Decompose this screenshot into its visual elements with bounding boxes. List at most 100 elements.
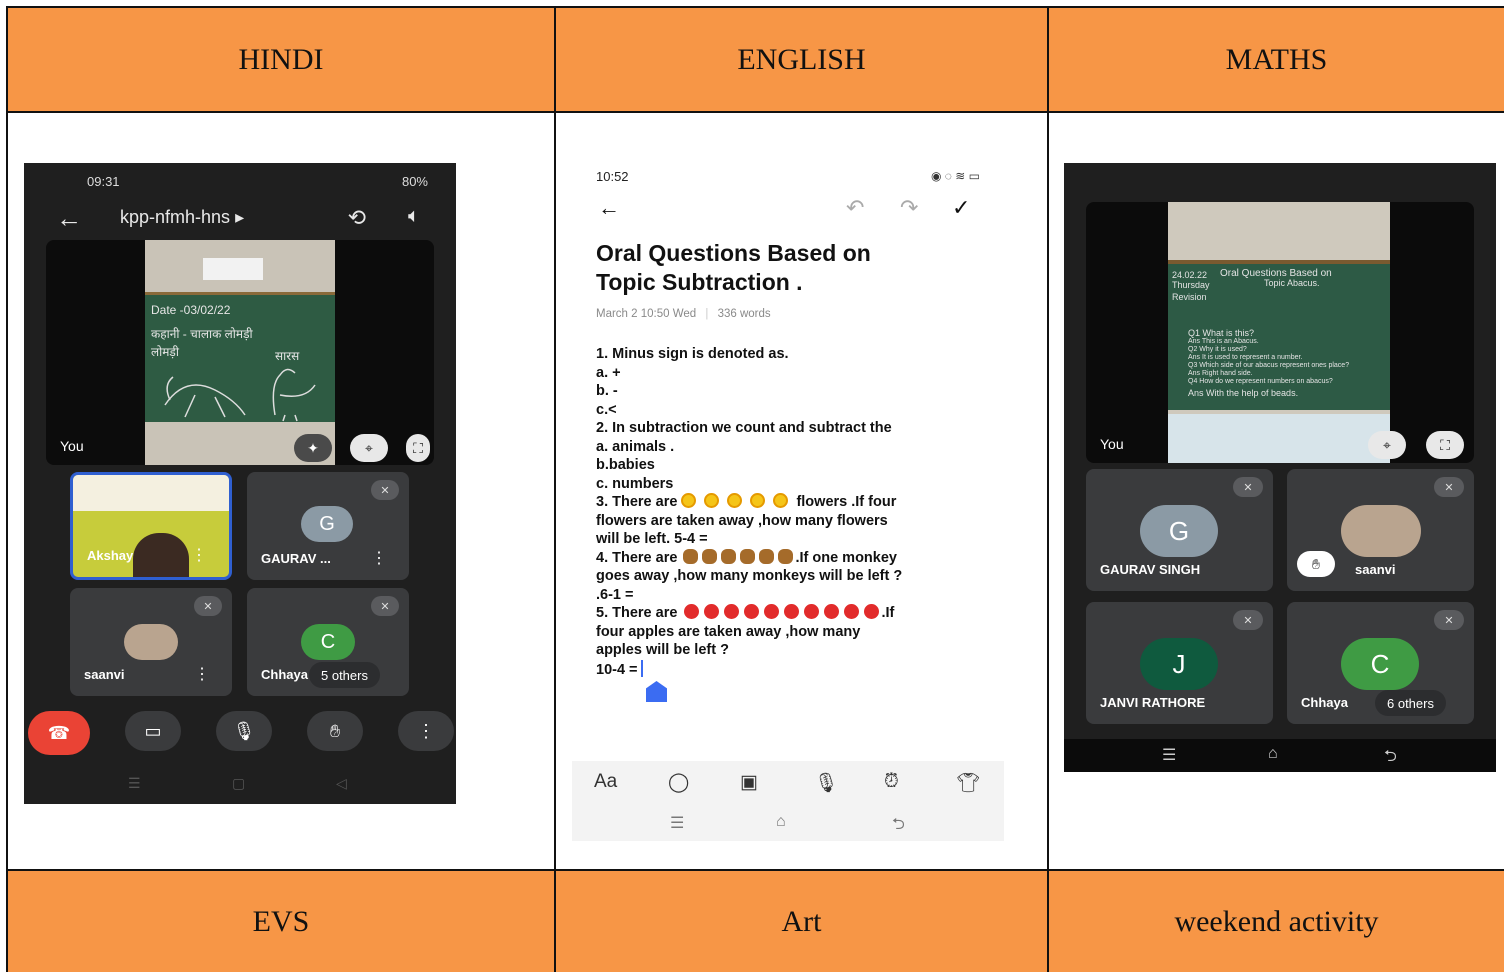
camera-icon[interactable]: ▭ (125, 711, 181, 751)
monkey-icon (740, 548, 756, 564)
header-evs: EVS (8, 871, 556, 972)
raise-hand-icon[interactable]: ✋︎ (307, 711, 363, 751)
note-body[interactable]: 1. Minus sign is denoted as. a. + b. - c… (596, 345, 996, 679)
board-line: Date -03/02/22 (151, 303, 231, 317)
mic-off-icon: ✕ (371, 480, 399, 500)
monkey-icon (778, 548, 794, 564)
participant-tile-janvi[interactable]: ✕ J JANVI RATHORE (1086, 602, 1273, 724)
more-options-icon[interactable]: ⋮ (398, 711, 454, 751)
unpin-icon[interactable]: ⌖ (1368, 431, 1406, 459)
speaker-icon[interactable]: 🔈︎ (408, 205, 420, 228)
redo-icon[interactable]: ↷ (900, 195, 918, 221)
cursor-handle[interactable] (646, 681, 667, 702)
board-line: Topic Abacus. (1264, 278, 1320, 288)
board-line: Thursday (1172, 280, 1210, 290)
participant-tile-saanvi[interactable]: ✕ ✋︎ saanvi (1287, 469, 1474, 591)
more-options-icon[interactable]: ⋮ (194, 664, 210, 684)
meeting-code[interactable]: kpp-nfmh-hns ▸ (120, 207, 244, 228)
monkey-icon (683, 548, 699, 564)
participant-name: Akshay (87, 548, 134, 563)
image-icon[interactable]: ▣ (740, 771, 758, 794)
raised-hand-icon: ✋︎ (1297, 551, 1335, 577)
mic-off-icon: ✕ (1233, 610, 1263, 630)
header-hindi: HINDI (8, 8, 556, 113)
english-notes-screenshot: 10:52 ◉ ◌ ≋ ▭ ← ↶ ↷ ✓ Oral Questions Bas… (572, 163, 1004, 841)
board-line: Q1 What is this? (1188, 328, 1255, 338)
switch-camera-icon[interactable]: ⟲ (348, 205, 366, 231)
apple-icon (744, 604, 760, 619)
note-line: goes away ,how many monkeys will be left… (596, 568, 903, 584)
board-line: 24.02.22 (1172, 270, 1208, 280)
mic-icon[interactable]: 🎙︎ (216, 711, 272, 751)
theme-icon[interactable]: 👕︎ (956, 771, 980, 795)
call-controls: ☎ ▭ 🎙︎ ✋︎ ⋮ (24, 711, 456, 755)
note-line: .6-1 = (596, 586, 634, 603)
participant-tile-chhaya[interactable]: ✕ C Chhaya 5 others (247, 588, 409, 696)
note-line: will be left. 5-4 = (596, 531, 708, 547)
board-line: Q2 Why it is used? (1188, 346, 1247, 353)
more-options-icon[interactable]: ⋮ (191, 545, 207, 565)
undo-icon[interactable]: ↶ (846, 195, 864, 221)
checklist-icon[interactable]: ◯ (668, 771, 689, 794)
note-line: 1. Minus sign is denoted as. (596, 346, 789, 362)
check-icon[interactable]: ✓ (952, 195, 970, 221)
apple-icon (684, 604, 700, 619)
mic-off-icon: ✕ (1434, 610, 1464, 630)
android-nav-bar: ☰ ⌂ ⮌ (1064, 739, 1496, 772)
sunflower-icon (773, 493, 789, 508)
avatar: C (301, 624, 355, 660)
menu-icon[interactable]: ☰ (1162, 745, 1176, 765)
more-options-icon[interactable]: ⋮ (371, 548, 387, 568)
unpin-icon[interactable]: ⌖ (350, 434, 388, 462)
home-icon[interactable]: ▢ (232, 775, 245, 792)
mic-off-icon: ✕ (371, 596, 399, 616)
participant-tile-gaurav[interactable]: ✕ G GAURAV ... ⋮ (247, 472, 409, 580)
note-line: 3. There are flowers .If four (596, 493, 897, 510)
header-maths: MATHS (1049, 8, 1504, 113)
apple-icon (764, 604, 780, 619)
participant-tile-saanvi[interactable]: ✕ saanvi ⋮ (70, 588, 232, 696)
chalk-drawing (164, 368, 316, 422)
mic-off-icon: ✕ (1233, 477, 1263, 497)
menu-icon[interactable]: ☰ (128, 775, 141, 792)
board-line: Ans This is an Abacus. (1188, 338, 1259, 345)
note-line: 10-4 = (596, 659, 996, 680)
apple-icon (864, 604, 880, 619)
back-arrow-icon[interactable]: ← (598, 195, 620, 221)
participant-name: GAURAV ... (261, 551, 331, 566)
back-icon[interactable]: ⮌ (892, 813, 905, 840)
chalkboard: Date -03/02/22 कहानी - चालाक लोमड़ी लोमड… (145, 292, 335, 422)
others-count[interactable]: 5 others (309, 662, 380, 688)
participant-name: saanvi (1355, 562, 1396, 577)
avatar: J (1140, 638, 1218, 690)
apple-icon (784, 604, 800, 619)
participant-tile-chhaya[interactable]: ✕ C Chhaya 6 others (1287, 602, 1474, 724)
board-line: Ans With the help of beads. (1188, 388, 1299, 398)
effects-icon[interactable]: ✦ (294, 434, 332, 462)
participant-name: GAURAV SINGH (1100, 562, 1201, 577)
note-title: Oral Questions Based on Topic Subtractio… (596, 240, 871, 295)
note-line: flowers are taken away ,how many flowers (596, 512, 888, 529)
home-icon[interactable]: ⌂ (1268, 745, 1278, 763)
alarm-icon[interactable]: ⏰︎ (884, 771, 899, 793)
back-icon[interactable]: ⮌ (1384, 745, 1397, 772)
menu-icon[interactable]: ☰ (670, 813, 684, 833)
notes-format-toolbar: Aa ◯ ▣ 🎙︎ ⏰︎ 👕︎ ☰ ⌂ ⮌ (572, 761, 1004, 841)
fullscreen-icon[interactable]: ⛶ (406, 434, 430, 462)
participant-tile-gaurav[interactable]: ✕ G GAURAV SINGH (1086, 469, 1273, 591)
board-line: Ans It is used to represent a number. (1188, 354, 1303, 361)
text-format-icon[interactable]: Aa (594, 771, 617, 793)
fullscreen-icon[interactable]: ⛶ (1426, 431, 1464, 459)
participant-tile-akshay[interactable]: Akshay ⋮ (70, 472, 232, 580)
back-arrow-icon[interactable]: ← (56, 203, 82, 234)
meet-top-bar: ← kpp-nfmh-hns ▸ ⟲ 🔈︎ (24, 203, 456, 243)
home-icon[interactable]: ⌂ (776, 813, 786, 831)
back-icon[interactable]: ◁ (336, 775, 347, 792)
others-count[interactable]: 6 others (1375, 690, 1446, 716)
apple-icon (724, 604, 740, 619)
mic-icon[interactable]: 🎙︎ (814, 771, 838, 795)
note-line: b.babies (596, 457, 655, 473)
person-figure (133, 533, 189, 577)
end-call-icon[interactable]: ☎ (28, 711, 90, 755)
apple-icon (704, 604, 720, 619)
